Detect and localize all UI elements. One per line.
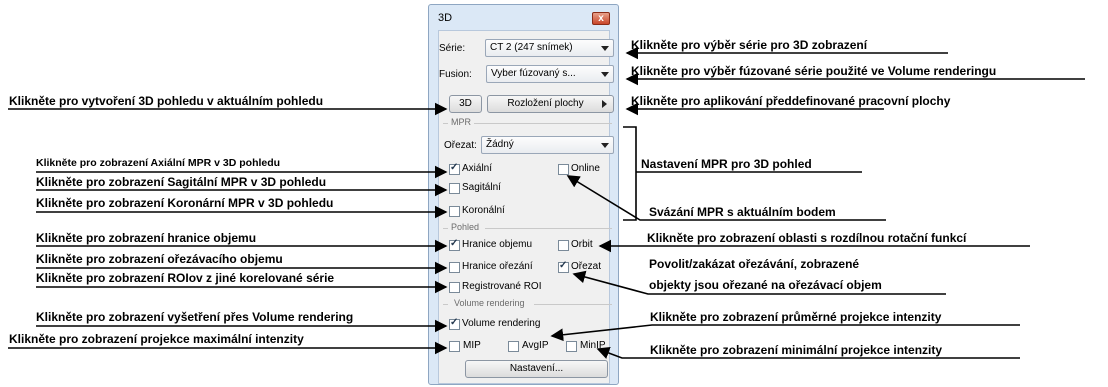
annotation-minip: Klikněte pro zobrazení minimální projekc… — [650, 343, 943, 357]
annotation-avgip: Klikněte pro zobrazení průměrné projekce… — [650, 310, 942, 324]
annotation-volume-bounds: Klikněte pro zobrazení hranice objemu — [36, 231, 257, 245]
annotation-mip: Klikněte pro zobrazení projekce maximáln… — [9, 332, 304, 346]
annotation-online: Svázání MPR s aktuálním bodem — [649, 205, 836, 219]
annotation-crop-bounds: Klikněte pro zobrazení ořezávacího objem… — [36, 252, 283, 266]
annotation-sagittal: Klikněte pro zobrazení Sagitální MPR v 3… — [36, 175, 327, 189]
annotation-fusion: Klikněte pro výběr fúzované série použit… — [631, 64, 997, 78]
annotation-axial: Klikněte pro zobrazení Axiální MPR v 3D … — [36, 157, 281, 169]
callout-lines — [8, 46, 1085, 359]
annotation-coronal: Klikněte pro zobrazení Koronární MPR v 3… — [36, 196, 334, 210]
annotation-registered-roi: Klikněte pro zobrazení ROIov z jiné kore… — [36, 271, 335, 285]
annotation-layout: Klikněte pro aplikování předdefinované p… — [631, 94, 951, 108]
annotation-mpr-settings: Nastavení MPR pro 3D pohled — [641, 157, 812, 171]
annotation-crop-line1: Povolit/zakázat ořezávání, zobrazené — [649, 257, 860, 271]
annotation-crop-line2: objekty jsou ořezané na ořezávací objem — [649, 278, 882, 292]
annotation-3d-button: Klikněte pro vytvoření 3D pohledu v aktu… — [9, 94, 324, 108]
annotation-series: Klikněte pro výběr série pro 3D zobrazen… — [631, 38, 868, 52]
annotation-volume-rendering: Klikněte pro zobrazení vyšetření přes Vo… — [36, 310, 354, 324]
annotation-orbit: Klikněte pro zobrazení oblasti s rozdíln… — [647, 231, 967, 245]
